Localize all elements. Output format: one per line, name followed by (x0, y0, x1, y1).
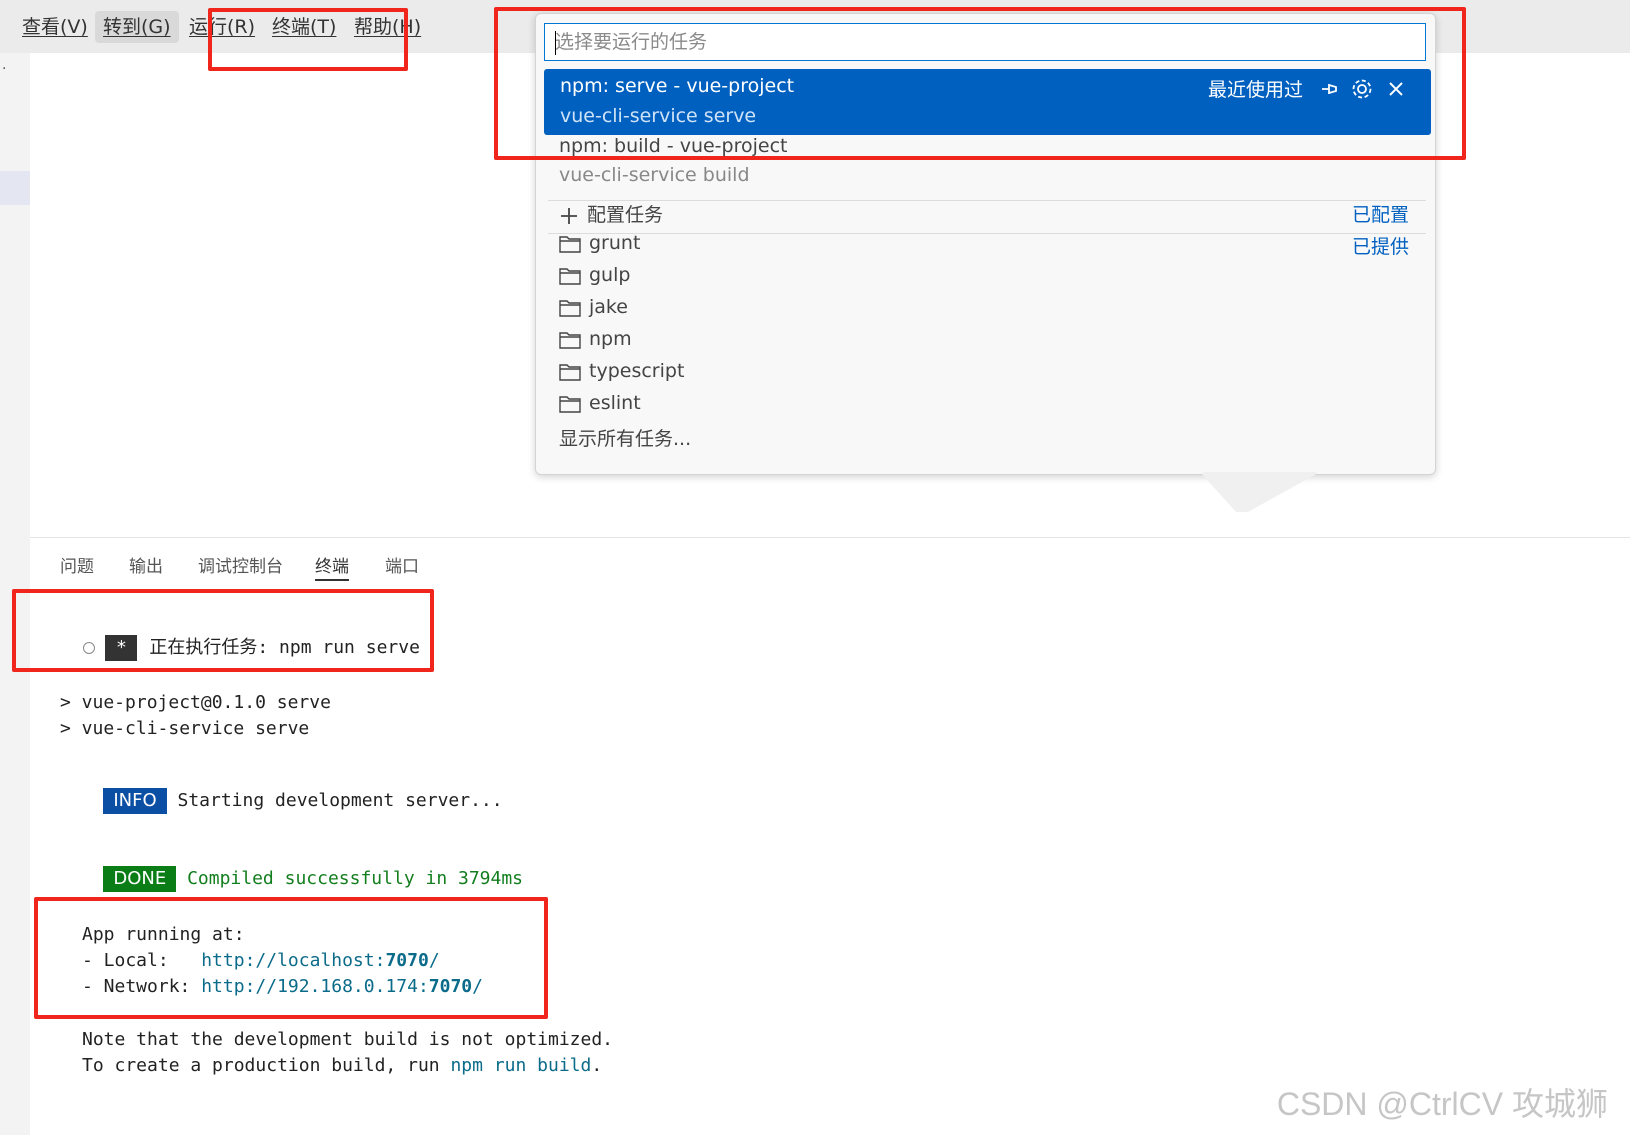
annotation-box-urls (34, 897, 548, 1019)
folder-icon (559, 331, 581, 349)
separator (548, 233, 1426, 234)
folder-item-label: jake (589, 296, 628, 318)
configured-tag: 已配置 (1351, 204, 1409, 226)
folder-item-npm[interactable]: npm (559, 328, 632, 350)
cmd-line-1: > vue-project@0.1.0 serve (60, 692, 331, 713)
tab-debug-console[interactable]: 调试控制台 (198, 552, 283, 577)
info-badge: INFO (103, 788, 167, 814)
folder-item-label: grunt (589, 232, 641, 254)
note-line-2: To create a production build, run npm ru… (82, 1055, 602, 1076)
annotation-box-task (494, 7, 1466, 160)
annotation-box-menu (208, 8, 408, 71)
provided-tag: 已提供 (1351, 236, 1409, 258)
done-badge: DONE (103, 866, 177, 892)
note-suffix: . (591, 1055, 603, 1076)
folder-icon (559, 395, 581, 413)
folder-item-grunt[interactable]: grunt (559, 232, 640, 254)
separator (548, 200, 1426, 201)
info-text: Starting development server... (177, 790, 503, 811)
folder-icon (559, 235, 581, 253)
folder-item-label: npm (589, 328, 632, 350)
watermark: CSDN @CtrlCV 攻城狮 (1276, 1086, 1608, 1122)
build-command: npm run build (450, 1055, 592, 1076)
folder-item-gulp[interactable]: gulp (559, 264, 630, 286)
callout-tail (1200, 472, 1320, 512)
tab-problems[interactable]: 问题 (60, 552, 94, 577)
plus-icon (561, 207, 577, 224)
strip-selection (0, 171, 30, 205)
folder-icon (559, 267, 581, 285)
folder-icon (559, 363, 581, 381)
folder-icon (559, 299, 581, 317)
strip-dot: · (2, 61, 7, 77)
folder-item-label: gulp (589, 264, 631, 286)
tab-output[interactable]: 输出 (129, 552, 163, 577)
note-prefix: To create a production build, run (82, 1055, 451, 1076)
task-item-build-detail: vue-cli-service build (559, 164, 750, 186)
folder-item-typescript[interactable]: typescript (559, 360, 684, 382)
note-line-1: Note that the development build is not o… (82, 1029, 614, 1050)
configure-tasks-item[interactable]: 配置任务 (559, 200, 663, 227)
info-line: INFO Starting development server... (60, 767, 503, 835)
tab-ports[interactable]: 端口 (385, 552, 419, 577)
menu-view[interactable]: 查看(V) (14, 11, 96, 43)
panel-border (30, 537, 1630, 538)
folder-item-eslint[interactable]: eslint (559, 392, 641, 414)
folder-item-label: typescript (589, 360, 685, 382)
menu-goto[interactable]: 转到(G) (95, 11, 179, 43)
folder-item-jake[interactable]: jake (559, 296, 628, 318)
configure-tasks-label: 配置任务 (587, 204, 664, 226)
tab-terminal[interactable]: 终端 (315, 552, 349, 581)
show-all-tasks-item[interactable]: 显示所有任务... (559, 424, 691, 451)
done-text: Compiled successfully in 3794ms (187, 868, 524, 889)
annotation-box-running (12, 589, 434, 672)
cmd-line-2: > vue-cli-service serve (60, 718, 310, 739)
folder-item-label: eslint (589, 392, 641, 414)
